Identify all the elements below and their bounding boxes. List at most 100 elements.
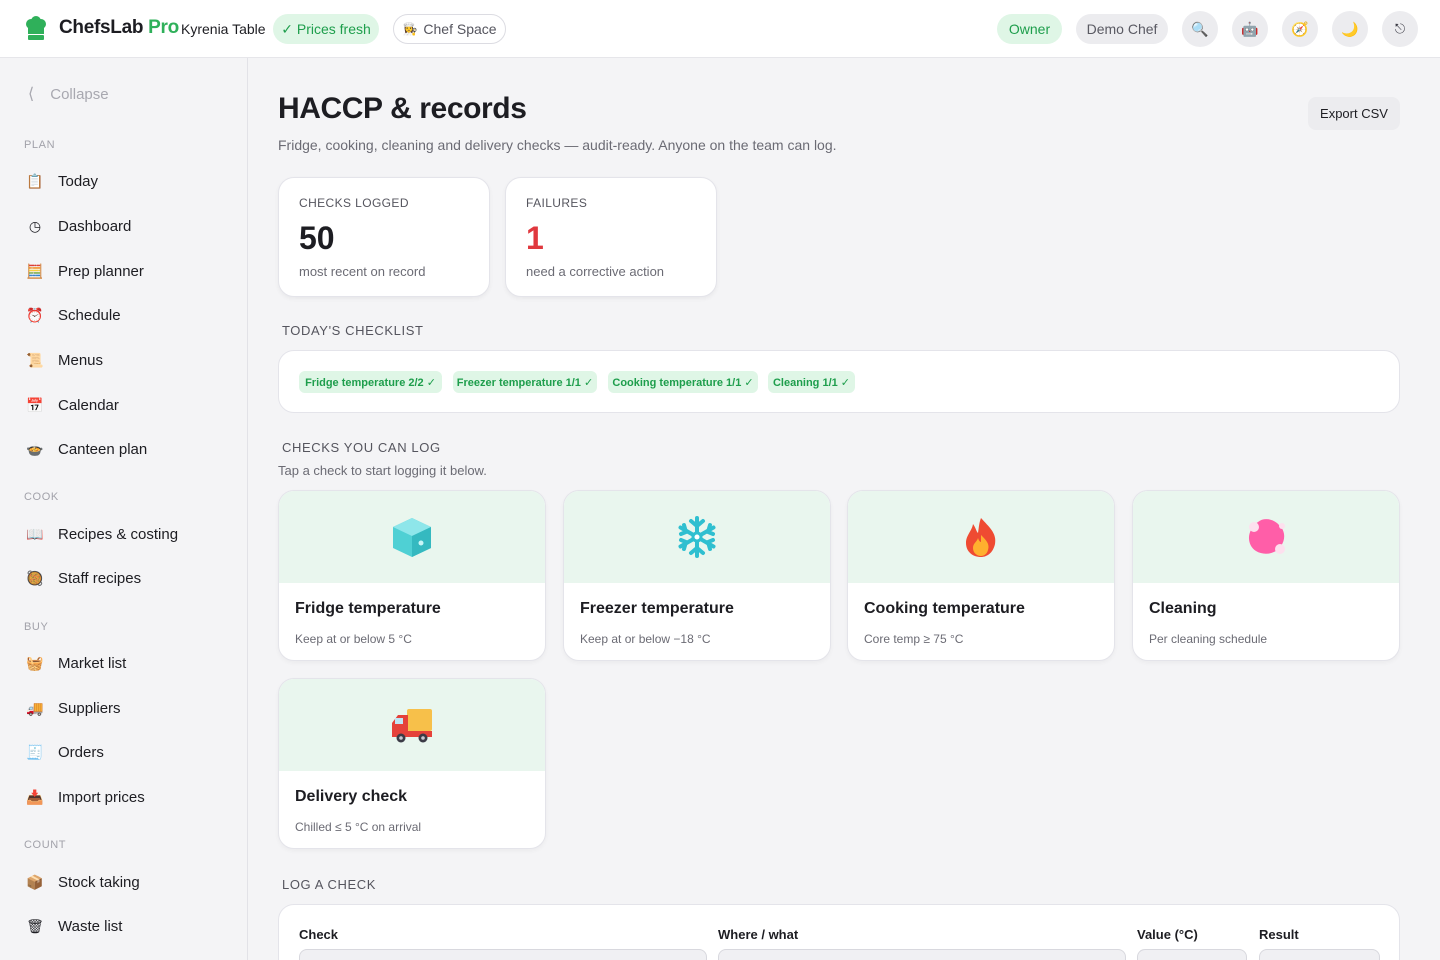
check-card-cleaning[interactable]: Cleaning Per cleaning schedule [1132, 490, 1400, 661]
stat-description: most recent on record [299, 264, 426, 279]
sidebar-item-waste-list[interactable]: 🗑 Waste list [24, 908, 234, 944]
truck-icon [392, 709, 432, 743]
tour-button[interactable]: 🧭 [1282, 11, 1318, 47]
export-csv-button[interactable]: Export CSV [1308, 97, 1400, 130]
package-icon: 📦 [26, 873, 44, 890]
prices-fresh-badge[interactable]: ✓ Prices fresh [273, 14, 379, 44]
sidebar-item-recipes-costing[interactable]: 📖 Recipes & costing [24, 516, 234, 552]
wastebasket-icon: 🗑 [26, 917, 44, 934]
sidebar-item-label: Suppliers [58, 699, 121, 717]
value-input[interactable] [1137, 949, 1247, 960]
check-description: Per cleaning schedule [1149, 632, 1268, 646]
sidebar-item-dashboard[interactable]: ◷ Dashboard [24, 208, 234, 244]
sidebar-item-staff-recipes[interactable]: 🥘 Staff recipes [24, 560, 234, 596]
page-subtitle: Fridge, cooking, cleaning and delivery c… [278, 137, 837, 153]
checklist-chip-fridge[interactable]: Fridge temperature 2/2 ✓ [299, 371, 442, 393]
abacus-icon: 🧮 [26, 262, 44, 279]
sidebar-item-label: Calendar [58, 396, 119, 414]
check-title: Delivery check [295, 788, 408, 805]
top-bar: ChefsLab Pro Kyrenia Table ✓ Prices fres… [0, 0, 1440, 58]
sidebar-item-label: Today [58, 172, 99, 190]
logout-button[interactable]: ⎋ [1382, 11, 1418, 47]
clipboard-icon: 📋 [26, 172, 44, 189]
section-label-buy: BUY [24, 621, 49, 633]
user-menu-button[interactable]: Demo Chef [1076, 14, 1168, 44]
fire-icon [966, 518, 996, 557]
sidebar-item-label: Dashboard [58, 217, 132, 235]
chef-space-label: Chef Space [423, 21, 497, 37]
sidebar-item-market-list[interactable]: 🧺 Market list [24, 645, 234, 681]
check-select[interactable] [299, 949, 707, 960]
check-title: Freezer temperature [580, 600, 734, 617]
collapse-button[interactable]: ⟨ Collapse [28, 84, 109, 104]
check-card-freezer[interactable]: Freezer temperature Keep at or below −18… [563, 490, 831, 661]
check-description: Chilled ≤ 5 °C on arrival [295, 820, 422, 834]
moon-icon: 🌙 [1341, 20, 1359, 37]
basket-icon: 🧺 [26, 654, 44, 671]
card-icon-band [564, 491, 830, 583]
venue-name[interactable]: Kyrenia Table [181, 21, 266, 37]
sidebar-item-label: Orders [58, 743, 104, 761]
check-description: Keep at or below −18 °C [580, 632, 711, 646]
sidebar-item-menus[interactable]: 📜 Menus [24, 342, 234, 378]
theme-toggle-button[interactable]: 🌙 [1332, 11, 1368, 47]
chef-hat-logo-icon[interactable] [24, 16, 48, 42]
result-select[interactable] [1259, 949, 1380, 960]
search-icon: 🔍 [1191, 20, 1209, 37]
scroll-icon: 📜 [26, 351, 44, 368]
assistant-button[interactable]: 🤖 [1232, 11, 1268, 47]
sidebar-item-label: Import prices [58, 788, 145, 806]
sidebar-item-schedule[interactable]: ⏰ Schedule [24, 297, 234, 333]
brand-name[interactable]: ChefsLab Pro [59, 17, 179, 39]
where-input[interactable] [718, 949, 1126, 960]
checklist-chip-cooking[interactable]: Cooking temperature 1/1 ✓ [608, 371, 758, 393]
check-card-delivery[interactable]: Delivery check Chilled ≤ 5 °C on arrival [278, 678, 546, 849]
sidebar-item-calendar[interactable]: 📅 Calendar [24, 387, 234, 423]
section-label-plan: PLAN [24, 139, 56, 151]
chef-icon: 👩‍🍳 [402, 22, 418, 36]
check-card-fridge[interactable]: Fridge temperature Keep at or below 5 °C [278, 490, 546, 661]
sidebar-item-canteen-plan[interactable]: 🍲 Canteen plan [24, 431, 234, 467]
sidebar-item-orders[interactable]: 🧾 Orders [24, 734, 234, 770]
check-title: Fridge temperature [295, 600, 441, 617]
stat-description: need a corrective action [526, 264, 665, 279]
sidebar-item-prep-planner[interactable]: 🧮 Prep planner [24, 253, 234, 289]
sidebar-item-label: Stock taking [58, 873, 140, 891]
log-check-form: Check Where / what Value (°C) Result [278, 904, 1400, 960]
alarm-clock-icon: ⏰ [26, 306, 44, 323]
search-button[interactable]: 🔍 [1182, 11, 1218, 47]
sponge-icon [1248, 519, 1285, 554]
sidebar-item-label: Canteen plan [58, 440, 148, 458]
sidebar-item-import-prices[interactable]: 📥 Import prices [24, 779, 234, 815]
snowflake-icon [678, 516, 716, 558]
ice-cube-icon [393, 518, 431, 557]
chevron-left-icon: ⟨ [28, 86, 35, 103]
checklist-chip-freezer[interactable]: Freezer temperature 1/1 ✓ [453, 371, 597, 393]
sidebar-item-label: Prep planner [58, 262, 144, 280]
stat-card-checks-logged: CHECKS LOGGED 50 most recent on record [278, 177, 490, 297]
sidebar-item-label: Menus [58, 351, 104, 369]
check-card-cooking[interactable]: Cooking temperature Core temp ≥ 75 °C [847, 490, 1115, 661]
clock-icon: ◷ [28, 217, 42, 234]
chef-space-button[interactable]: 👩‍🍳 Chef Space [393, 14, 506, 44]
value-field-label: Value (°C) [1137, 927, 1198, 942]
truck-icon: 🚚 [26, 699, 44, 716]
sidebar-item-label: Recipes & costing [58, 525, 179, 543]
sidebar-item-today[interactable]: 📋 Today [24, 163, 234, 199]
card-icon-band [848, 491, 1114, 583]
robot-icon: 🤖 [1241, 20, 1259, 37]
sidebar-item-label: Market list [58, 654, 127, 672]
collapse-label: Collapse [50, 85, 109, 103]
section-heading-checks-you-can-log: CHECKS YOU CAN LOG [282, 440, 441, 455]
sidebar-item-stock-taking[interactable]: 📦 Stock taking [24, 864, 234, 900]
check-description: Core temp ≥ 75 °C [864, 632, 964, 646]
section-label-count: COUNT [24, 839, 67, 851]
checklist-chip-cleaning[interactable]: Cleaning 1/1 ✓ [768, 371, 855, 393]
check-title: Cleaning [1149, 600, 1217, 617]
check-title: Cooking temperature [864, 600, 1025, 617]
main-content: HACCP & records Fridge, cooking, cleanin… [248, 58, 1440, 960]
sidebar-item-label: Staff recipes [58, 569, 142, 587]
stat-value: 50 [299, 220, 335, 256]
where-field-label: Where / what [718, 927, 799, 942]
sidebar-item-suppliers[interactable]: 🚚 Suppliers [24, 690, 234, 726]
